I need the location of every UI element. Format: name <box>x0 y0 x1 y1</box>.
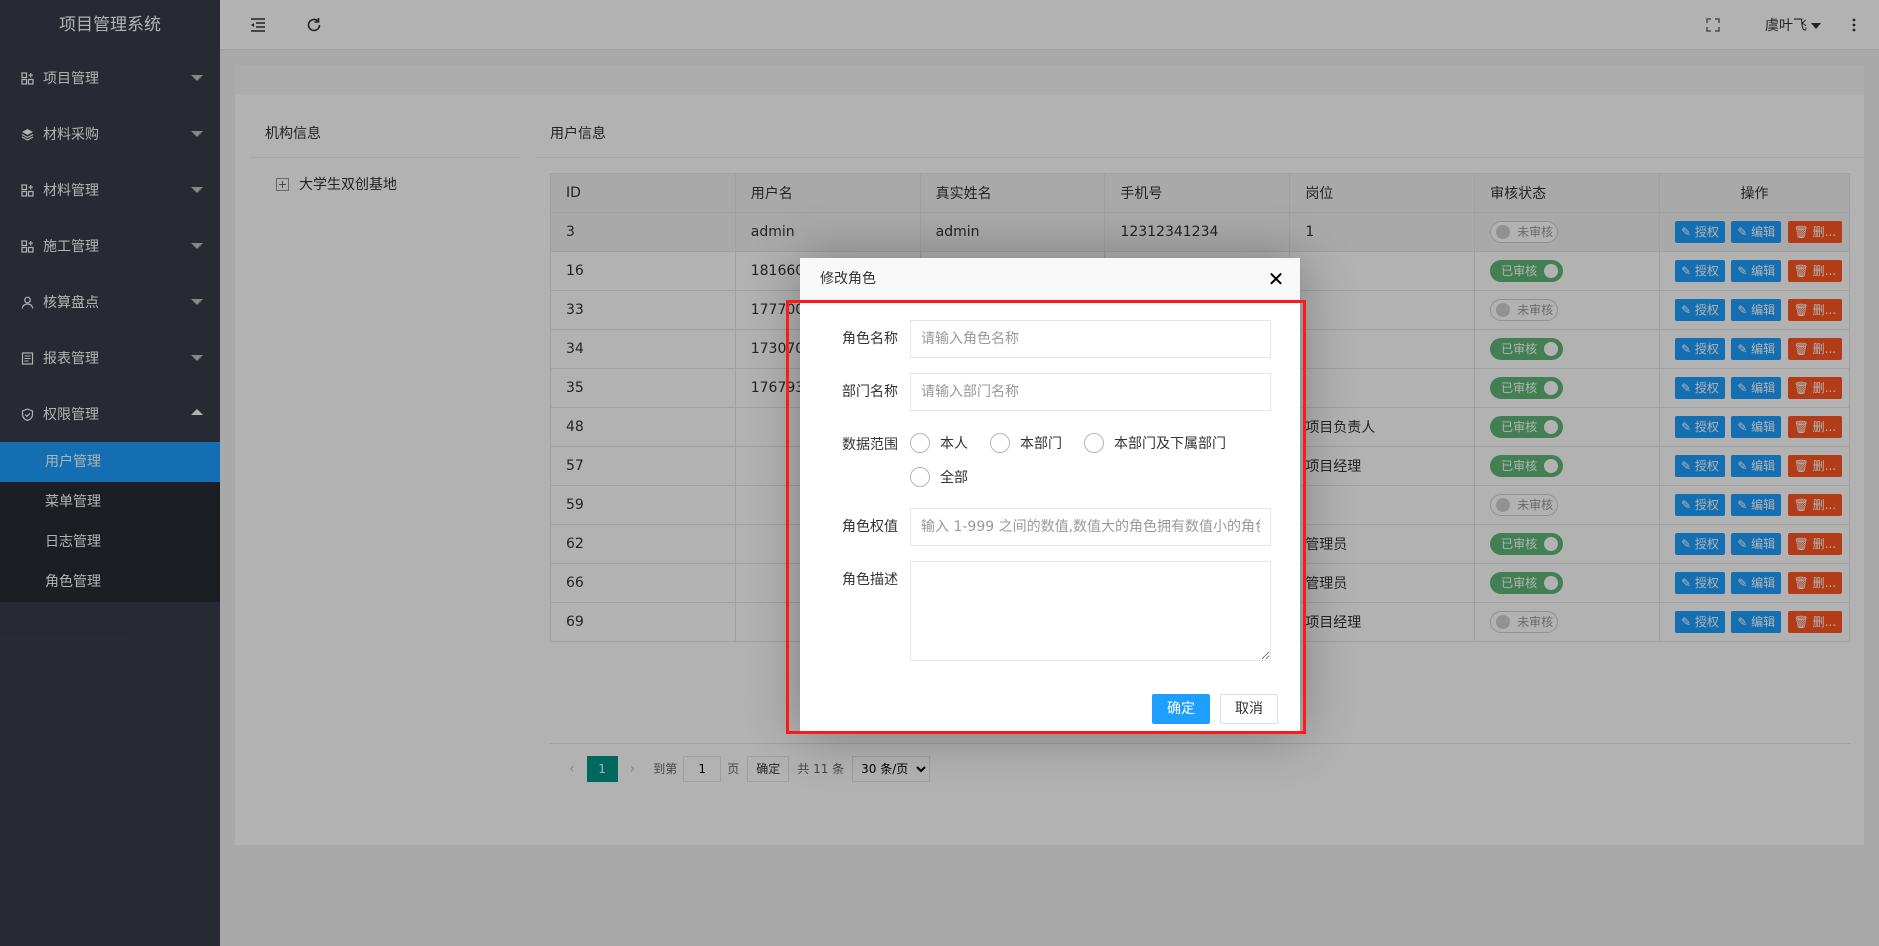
scope-radio-label: 本部门及下属部门 <box>1114 436 1226 452</box>
dept-name-input[interactable] <box>910 373 1271 411</box>
radio-circle-icon <box>910 433 930 453</box>
scope-radio-label: 本部门 <box>1020 436 1062 452</box>
radio-circle-icon <box>1084 433 1104 453</box>
role-desc-label: 角色描述 <box>842 572 898 588</box>
data-scope-label: 数据范围 <box>842 437 898 453</box>
edit-role-dialog: 修改角色 ✕ 角色名称 部门名称 数据范围 本人 本部门 本部门及下属部门全部 角色… <box>786 258 1306 734</box>
scope-radio-1[interactable]: 本部门 <box>990 426 1062 460</box>
radio-circle-icon <box>910 467 930 487</box>
close-icon[interactable]: ✕ <box>1267 269 1285 289</box>
role-weight-label: 角色权值 <box>842 519 898 535</box>
dialog-header: 修改角色 ✕ <box>800 258 1300 300</box>
confirm-button[interactable]: 确定 <box>1152 694 1210 724</box>
role-desc-textarea[interactable] <box>910 561 1271 661</box>
dialog-footer: 确定 取消 <box>1142 694 1278 724</box>
radio-circle-icon <box>990 433 1010 453</box>
dept-name-row: 部门名称 <box>800 373 1271 411</box>
role-name-label: 角色名称 <box>842 331 898 347</box>
dept-name-label: 部门名称 <box>842 384 898 400</box>
role-weight-input[interactable] <box>910 508 1271 546</box>
scope-radio-label: 本人 <box>940 436 968 452</box>
scope-radio-label: 全部 <box>940 470 968 486</box>
scope-radio-3[interactable]: 全部 <box>910 460 968 494</box>
data-scope-row: 数据范围 本人 本部门 本部门及下属部门全部 <box>800 426 1271 494</box>
cancel-button[interactable]: 取消 <box>1220 694 1278 724</box>
role-name-input[interactable] <box>910 320 1271 358</box>
role-desc-row: 角色描述 <box>800 561 1271 661</box>
dialog-title: 修改角色 <box>820 271 876 287</box>
scope-radio-2[interactable]: 本部门及下属部门 <box>1084 426 1226 460</box>
role-name-row: 角色名称 <box>800 320 1271 358</box>
scope-radio-0[interactable]: 本人 <box>910 426 968 460</box>
data-scope-radio-group: 本人 本部门 本部门及下属部门全部 <box>910 426 1271 494</box>
role-weight-row: 角色权值 <box>800 508 1271 546</box>
